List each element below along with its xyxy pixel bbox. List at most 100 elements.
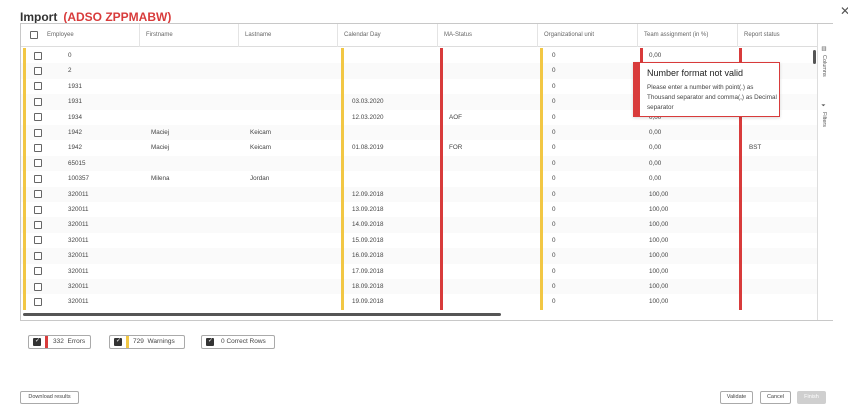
cell-team-assignment[interactable]: 100,00 [649, 233, 668, 248]
cell-calendar-day[interactable]: 19.09.2018 [352, 294, 384, 309]
cell-firstname[interactable]: Milena [151, 171, 170, 186]
cell-org-unit[interactable]: 0 [552, 217, 556, 232]
cell-org-unit[interactable]: 0 [552, 48, 556, 63]
cell-ma-status[interactable]: FOR [449, 140, 462, 155]
horizontal-scrollbar-thumb[interactable] [23, 313, 501, 316]
row-checkbox[interactable] [34, 190, 42, 199]
finish-button[interactable]: Finish [797, 391, 826, 404]
cell-org-unit[interactable]: 0 [552, 156, 556, 171]
cell-firstname[interactable]: Maciej [151, 140, 169, 155]
cell-employee[interactable]: 1931 [68, 94, 82, 109]
cell-calendar-day[interactable]: 03.03.2020 [352, 94, 384, 109]
row-checkbox[interactable] [34, 128, 42, 137]
row-checkbox[interactable] [34, 220, 42, 229]
cell-org-unit[interactable]: 0 [552, 94, 556, 109]
select-all-checkbox[interactable] [30, 31, 38, 39]
row-checkbox[interactable] [34, 51, 42, 60]
cell-employee[interactable]: 320011 [68, 217, 89, 232]
column-header-report-status[interactable]: Report status [738, 24, 817, 47]
table-row[interactable]: 1942 Maciej Keicam 0 0,00 [21, 125, 817, 141]
cell-team-assignment[interactable]: 100,00 [649, 264, 668, 279]
row-checkbox[interactable] [34, 205, 42, 214]
cell-lastname[interactable]: Keicam [250, 140, 271, 155]
cell-ma-status[interactable]: AOF [449, 110, 462, 125]
filters-tab[interactable]: ⏷ Filters [821, 104, 827, 127]
table-row[interactable]: 100357 Milena Jordan 0 0,00 [21, 171, 817, 187]
row-checkbox[interactable] [34, 82, 42, 91]
cell-org-unit[interactable]: 0 [552, 202, 556, 217]
table-row[interactable]: 320011 13.09.2018 0 100,00 [21, 202, 817, 218]
row-checkbox[interactable] [34, 251, 42, 260]
cell-calendar-day[interactable]: 15.09.2018 [352, 233, 384, 248]
table-row[interactable]: 320011 19.09.2018 0 100,00 [21, 294, 817, 310]
download-results-button[interactable]: Download results [20, 391, 79, 404]
column-header-calendar-day[interactable]: Calendar Day [338, 24, 438, 47]
cell-calendar-day[interactable]: 12.03.2020 [352, 110, 384, 125]
cell-employee[interactable]: 320011 [68, 202, 89, 217]
cell-org-unit[interactable]: 0 [552, 233, 556, 248]
cell-team-assignment[interactable]: 100,00 [649, 248, 668, 263]
cell-team-assignment[interactable]: 100,00 [649, 217, 668, 232]
row-checkbox[interactable] [34, 267, 42, 276]
row-checkbox[interactable] [34, 159, 42, 168]
cell-org-unit[interactable]: 0 [552, 171, 556, 186]
cell-employee[interactable]: 1942 [68, 140, 82, 155]
cell-calendar-day[interactable]: 01.08.2019 [352, 140, 384, 155]
columns-tab[interactable]: ▥ Columns [821, 46, 827, 77]
column-header-lastname[interactable]: Lastname [239, 24, 338, 47]
warnings-filter-toggle[interactable]: 729 Warnings [109, 335, 185, 349]
column-header-ma-status[interactable]: MA-Status [438, 24, 538, 47]
column-header-team-assignment[interactable]: Team assignment (in %) [638, 24, 738, 47]
cell-employee[interactable]: 1934 [68, 110, 82, 125]
cell-team-assignment[interactable]: 100,00 [649, 202, 668, 217]
column-header-organizational-unit[interactable]: Organizational unit [538, 24, 638, 47]
cancel-button[interactable]: Cancel [760, 391, 791, 404]
cell-employee[interactable]: 0 [68, 48, 72, 63]
cell-org-unit[interactable]: 0 [552, 264, 556, 279]
column-header-firstname[interactable]: Firstname [140, 24, 239, 47]
table-row[interactable]: 65015 0 0,00 [21, 155, 817, 172]
cell-org-unit[interactable]: 0 [552, 279, 556, 294]
cell-org-unit[interactable]: 0 [552, 79, 556, 94]
cell-employee[interactable]: 320011 [68, 187, 89, 202]
table-row[interactable]: 320011 12.09.2018 0 100,00 [21, 186, 817, 202]
cell-calendar-day[interactable]: 18.09.2018 [352, 279, 384, 294]
cell-employee[interactable]: 100357 [68, 171, 89, 186]
cell-org-unit[interactable]: 0 [552, 248, 556, 263]
errors-filter-checkbox[interactable] [33, 337, 41, 346]
table-row[interactable]: 320011 16.09.2018 0 100,00 [21, 248, 817, 264]
cell-employee[interactable]: 320011 [68, 248, 89, 263]
column-header-employee[interactable]: Employee [41, 24, 140, 47]
cell-team-assignment[interactable]: 0,00 [649, 125, 661, 140]
cell-calendar-day[interactable]: 17.09.2018 [352, 264, 384, 279]
cell-team-assignment[interactable]: 100,00 [649, 294, 668, 309]
warnings-filter-checkbox[interactable] [114, 337, 122, 346]
cell-report-status[interactable]: BST [749, 140, 761, 155]
cell-team-assignment[interactable]: 0,00 [649, 156, 661, 171]
close-icon[interactable]: ✕ [840, 4, 848, 18]
cell-team-assignment[interactable]: 100,00 [649, 187, 668, 202]
cell-org-unit[interactable]: 0 [552, 63, 556, 78]
cell-employee[interactable]: 65015 [68, 156, 86, 171]
cell-org-unit[interactable]: 0 [552, 110, 556, 125]
row-checkbox[interactable] [34, 236, 42, 245]
row-checkbox[interactable] [34, 143, 42, 152]
row-checkbox[interactable] [34, 297, 42, 306]
correct-rows-filter-toggle[interactable]: 0 Correct Rows [201, 335, 275, 349]
cell-org-unit[interactable]: 0 [552, 187, 556, 202]
cell-firstname[interactable]: Maciej [151, 125, 169, 140]
row-checkbox[interactable] [34, 282, 42, 291]
cell-employee[interactable]: 320011 [68, 279, 89, 294]
row-checkbox[interactable] [34, 113, 42, 122]
row-checkbox[interactable] [34, 174, 42, 183]
table-row[interactable]: 320011 18.09.2018 0 100,00 [21, 279, 817, 295]
cell-employee[interactable]: 1931 [68, 79, 82, 94]
cell-calendar-day[interactable]: 13.09.2018 [352, 202, 384, 217]
cell-team-assignment[interactable]: 0,00 [649, 140, 661, 155]
errors-filter-toggle[interactable]: 332 Errors [28, 335, 91, 349]
cell-team-assignment[interactable]: 100,00 [649, 279, 668, 294]
cell-employee[interactable]: 320011 [68, 294, 89, 309]
cell-lastname[interactable]: Keicam [250, 125, 271, 140]
validate-button[interactable]: Validate [720, 391, 753, 404]
cell-employee[interactable]: 320011 [68, 233, 89, 248]
